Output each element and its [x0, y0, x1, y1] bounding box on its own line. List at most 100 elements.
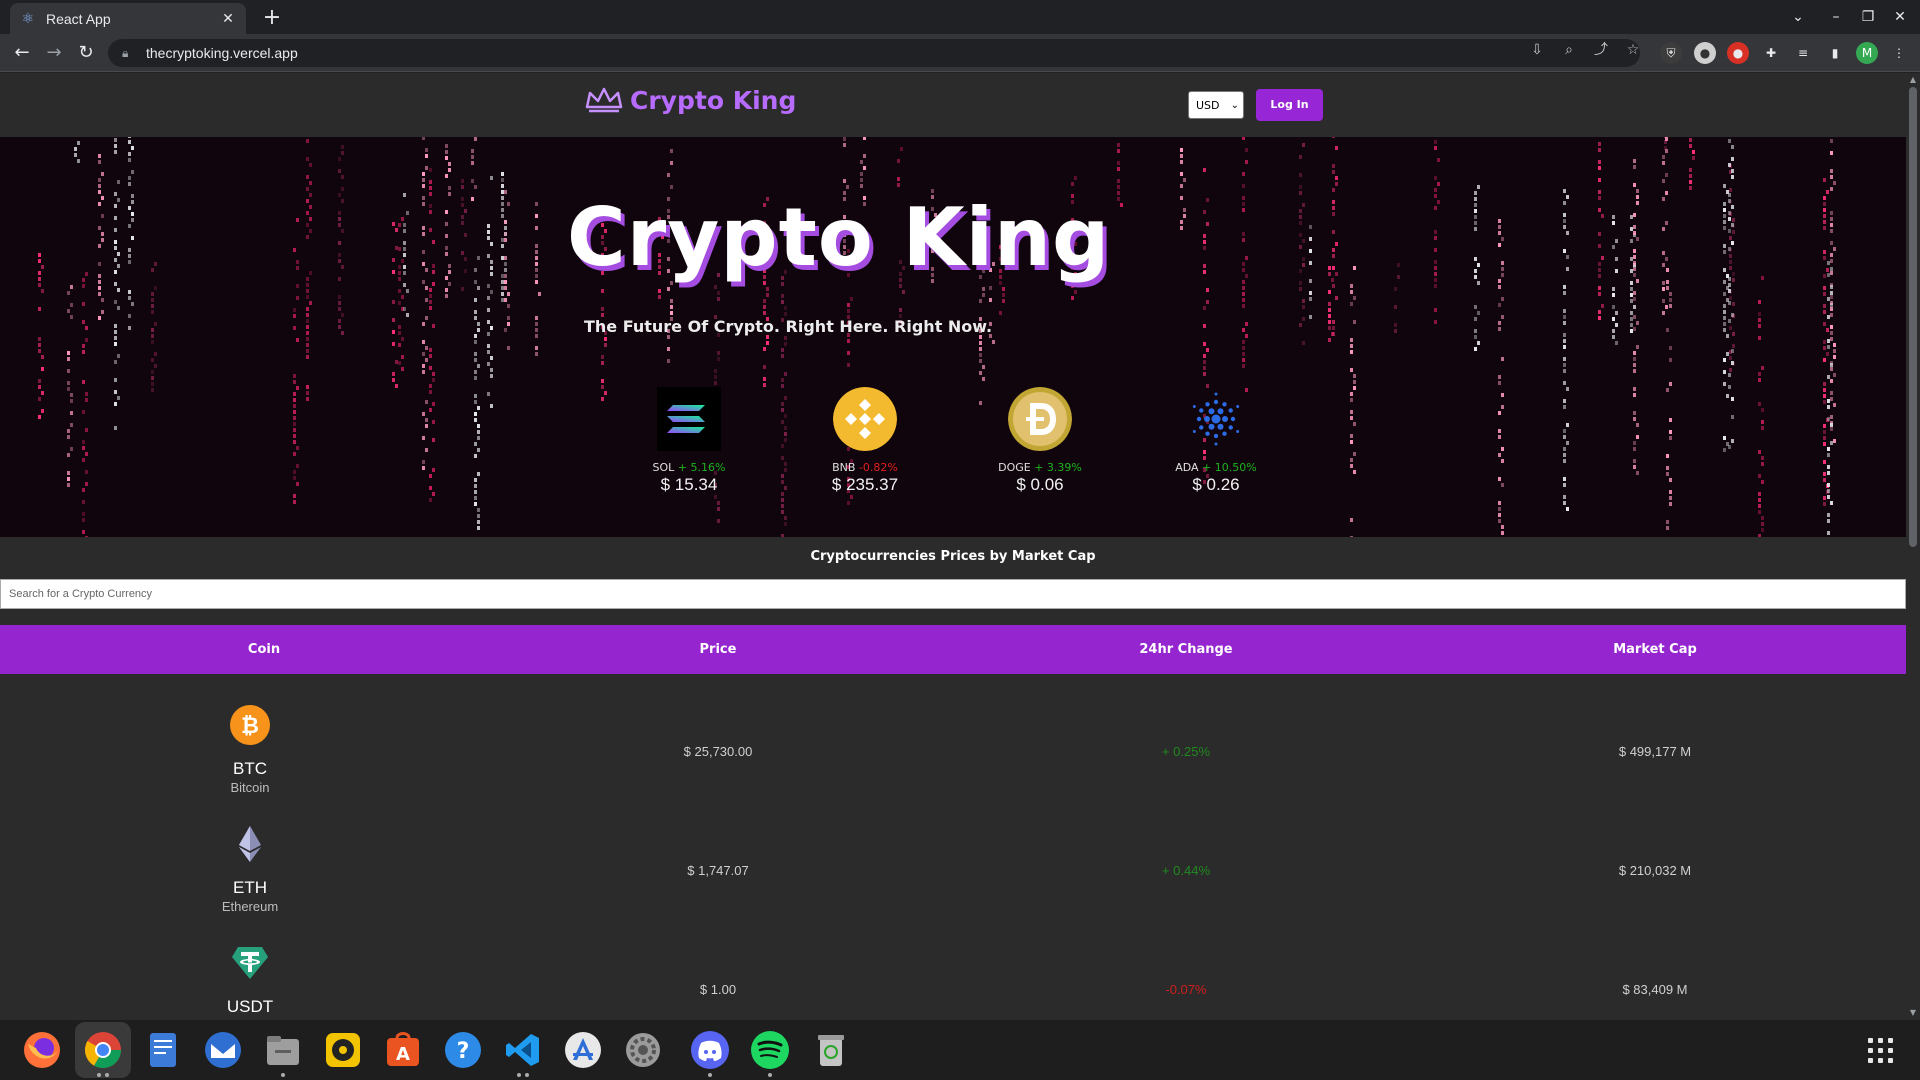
coin-change: -0.07%	[1165, 982, 1207, 997]
crown-icon	[585, 87, 623, 113]
svg-text:₿: ₿	[241, 714, 259, 739]
table-header: Coin Price 24hr Change Market Cap	[0, 625, 1906, 674]
vscode-icon[interactable]	[503, 1030, 543, 1070]
chrome-icon[interactable]	[83, 1030, 123, 1070]
scrollbar-thumb[interactable]	[1909, 87, 1917, 547]
bnb-logo-icon	[833, 387, 897, 451]
running-indicator	[768, 1073, 772, 1077]
text-editor-icon[interactable]	[143, 1030, 183, 1070]
currency-value: USD	[1196, 98, 1220, 112]
menu-dots-icon[interactable]: ⋮	[1888, 42, 1910, 64]
scroll-down-icon[interactable]: ▼	[1906, 1006, 1920, 1020]
trending-change: + 3.39%	[1034, 461, 1082, 474]
coin-change: + 0.44%	[1161, 863, 1211, 878]
coin-price: $ 1.00	[699, 982, 737, 997]
table-row[interactable]: ETH Ethereum $ 1,747.07 + 0.44% $ 210,03…	[0, 824, 1906, 942]
profile-avatar-icon[interactable]: M	[1856, 42, 1878, 64]
coin-change: + 0.25%	[1161, 744, 1211, 759]
dogecoin-logo-icon	[1008, 387, 1072, 451]
tab-search-icon[interactable]: ⌄	[1782, 0, 1814, 34]
page-scrollbar[interactable]: ▲ ▼	[1906, 73, 1920, 1020]
trending-symbol: DOGE	[998, 461, 1031, 474]
app-store-icon[interactable]: A	[383, 1030, 423, 1070]
close-tab-icon[interactable]: ✕	[220, 11, 236, 27]
table-row[interactable]: USDT $ 1.00 -0.07% $ 83,409 M	[0, 943, 1906, 1020]
web-page: Crypto King USD ⌄ Log In Crypto King The…	[0, 73, 1906, 1020]
reload-icon[interactable]: ↻	[72, 39, 100, 67]
table-row[interactable]: ₿ BTC Bitcoin $ 25,730.00 + 0.25% $ 499,…	[0, 705, 1906, 823]
trending-coin-ada[interactable]: ADA + 10.50% $ 0.26	[1151, 387, 1281, 495]
trending-symbol: SOL	[652, 461, 675, 474]
header-market-cap[interactable]: Market Cap	[1555, 625, 1755, 674]
trending-coin-sol[interactable]: SOL + 5.16% $ 15.34	[624, 387, 754, 495]
reading-list-icon[interactable]: ≡	[1792, 42, 1814, 64]
trending-price: $ 0.06	[1016, 475, 1064, 494]
extensions-puzzle-icon[interactable]: ✚	[1760, 42, 1782, 64]
crypto-search-input[interactable]: Search for a Crypto Currency	[0, 579, 1906, 609]
close-window-icon[interactable]: ✕	[1884, 0, 1916, 34]
section-title: Cryptocurrencies Prices by Market Cap	[810, 549, 1096, 564]
trash-icon[interactable]	[811, 1030, 851, 1070]
trending-price: $ 15.34	[660, 475, 718, 494]
new-tab-button[interactable]: +	[258, 4, 286, 32]
firefox-icon[interactable]	[22, 1030, 62, 1070]
cardano-logo-icon	[1192, 392, 1240, 446]
mail-icon[interactable]	[203, 1030, 243, 1070]
side-panel-icon[interactable]: ▮	[1824, 42, 1846, 64]
share-icon[interactable]: ⤴	[1591, 40, 1611, 60]
bitcoin-logo-icon: ₿	[230, 705, 270, 745]
coin-market-cap: $ 499,177 M	[1618, 744, 1692, 759]
coin-name: Ethereum	[221, 899, 279, 914]
show-applications-icon[interactable]	[1866, 1036, 1894, 1064]
react-favicon-icon: ⚛	[21, 10, 35, 27]
login-button[interactable]: Log In	[1256, 89, 1323, 121]
discord-icon[interactable]	[690, 1030, 730, 1070]
hero-banner: Crypto King The Future Of Crypto. Right …	[0, 137, 1906, 537]
shield-extension-icon[interactable]: ⛨	[1660, 42, 1682, 64]
trending-coin-doge[interactable]: DOGE + 3.39% $ 0.06	[975, 387, 1105, 495]
trending-symbol: BNB	[832, 461, 856, 474]
chevron-down-icon: ⌄	[1230, 99, 1239, 111]
svg-text:A: A	[396, 1044, 410, 1065]
address-bar[interactable]: 🔒︎ thecryptoking.vercel.app	[108, 39, 1640, 67]
scroll-up-icon[interactable]: ▲	[1906, 73, 1920, 87]
running-indicator	[97, 1073, 101, 1077]
hero-title: Crypto King	[567, 191, 1111, 284]
install-icon[interactable]: ⇩	[1527, 40, 1547, 60]
minimize-icon[interactable]: –	[1820, 0, 1852, 34]
header-24hr-change[interactable]: 24hr Change	[1086, 625, 1286, 674]
restore-icon[interactable]: ❐	[1852, 0, 1884, 34]
settings-icon[interactable]	[623, 1030, 663, 1070]
zoom-icon[interactable]: ⌕	[1559, 40, 1579, 60]
browser-toolbar: ← → ↻ 🔒︎ thecryptoking.vercel.app ⇩ ⌕ ⤴ …	[0, 34, 1920, 72]
brand-logo[interactable]: Crypto King	[584, 85, 796, 115]
running-indicator	[708, 1073, 712, 1077]
help-icon[interactable]: ?	[443, 1030, 483, 1070]
trending-price: $ 235.37	[831, 475, 899, 494]
url-text: thecryptoking.vercel.app	[146, 45, 298, 61]
browser-tab[interactable]: ⚛ React App ✕	[10, 3, 246, 34]
spotify-icon[interactable]	[750, 1030, 790, 1070]
currency-select[interactable]: USD ⌄	[1188, 91, 1244, 119]
record-extension-icon[interactable]: ●	[1727, 42, 1749, 64]
header-coin[interactable]: Coin	[164, 625, 364, 674]
ethereum-logo-icon	[239, 826, 261, 862]
trending-change: + 5.16%	[677, 461, 726, 474]
bookmark-star-icon[interactable]: ☆	[1623, 40, 1643, 60]
header-price[interactable]: Price	[618, 625, 818, 674]
running-indicator	[517, 1073, 521, 1077]
coin-name: Bitcoin	[230, 780, 270, 795]
avatar-extension-icon[interactable]: ●	[1694, 42, 1716, 64]
rhythmbox-icon[interactable]	[323, 1030, 363, 1070]
trending-symbol: ADA	[1175, 461, 1199, 474]
files-icon[interactable]	[263, 1030, 303, 1070]
os-taskbar: A ?	[0, 1020, 1920, 1080]
app-header: Crypto King USD ⌄ Log In	[0, 73, 1906, 137]
coin-price: $ 25,730.00	[683, 744, 753, 759]
trending-price: $ 0.26	[1192, 475, 1240, 494]
coin-symbol: ETH	[233, 878, 267, 897]
trending-coin-bnb[interactable]: BNB -0.82% $ 235.37	[800, 387, 930, 495]
back-icon[interactable]: ←	[8, 39, 36, 67]
app-center-icon[interactable]	[563, 1030, 603, 1070]
forward-icon[interactable]: →	[40, 39, 68, 67]
